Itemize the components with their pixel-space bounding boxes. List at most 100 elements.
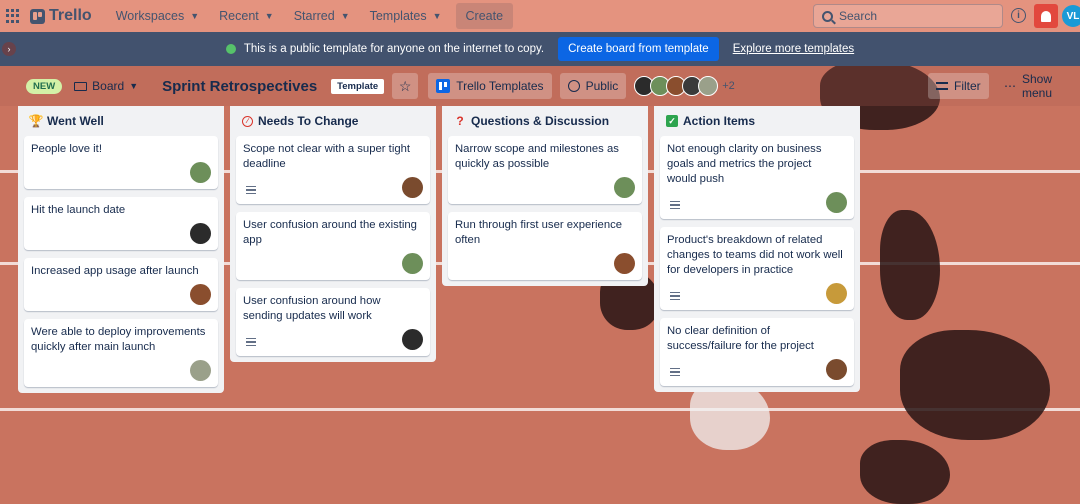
card-footer xyxy=(31,223,211,244)
explore-templates-link[interactable]: Explore more templates xyxy=(733,43,854,55)
info-icon[interactable]: i xyxy=(1011,8,1026,23)
star-button[interactable]: ☆ xyxy=(392,73,419,99)
check-icon: ✓ xyxy=(666,115,678,127)
card[interactable]: Increased app usage after launch xyxy=(24,258,218,311)
list-column: ∕ Needs To Change Scope not clear with a s… xyxy=(230,106,436,362)
nav-templates[interactable]: Templates ▼ xyxy=(360,3,452,29)
card-footer xyxy=(243,177,423,198)
card[interactable]: Not enough clarity on business goals and… xyxy=(660,136,854,219)
workspace-label: Trello Templates xyxy=(456,79,544,93)
list-header[interactable]: ? Questions & Discussion xyxy=(448,106,642,136)
card-member-avatar[interactable] xyxy=(402,329,423,350)
card-title: Not enough clarity on business goals and… xyxy=(667,143,822,185)
card-footer xyxy=(667,359,847,380)
description-icon xyxy=(670,368,680,376)
card-member-avatar[interactable] xyxy=(190,360,211,381)
template-banner: This is a public template for anyone on … xyxy=(0,32,1080,66)
card[interactable]: Run through first user experience often xyxy=(448,212,642,280)
app-switcher-icon[interactable] xyxy=(6,9,20,23)
visibility-label: Public xyxy=(585,79,619,93)
sidebar-toggle-icon[interactable]: › xyxy=(2,42,16,56)
card[interactable]: Scope not clear with a super tight deadl… xyxy=(236,136,430,204)
card-title: Hit the launch date xyxy=(31,204,126,216)
list-header[interactable]: ✓ Action Items xyxy=(660,106,854,136)
create-button[interactable]: Create xyxy=(455,3,514,29)
card[interactable]: No clear definition of success/failure f… xyxy=(660,318,854,386)
card[interactable]: People love it! xyxy=(24,136,218,189)
card-footer xyxy=(667,192,847,213)
nav-recent[interactable]: Recent ▼ xyxy=(209,3,284,29)
card[interactable]: Hit the launch date xyxy=(24,197,218,250)
card-member-avatar[interactable] xyxy=(190,223,211,244)
card-title: People love it! xyxy=(31,143,102,155)
list-column: ✓ Action Items Not enough clarity on busin… xyxy=(654,106,860,392)
filter-button[interactable]: Filter xyxy=(928,73,989,99)
nav-workspaces[interactable]: Workspaces ▼ xyxy=(106,3,209,29)
list-title: Needs To Change xyxy=(258,114,359,128)
nav-starred[interactable]: Starred ▼ xyxy=(284,3,360,29)
create-board-from-template-button[interactable]: Create board from template xyxy=(558,37,719,61)
filter-label: Filter xyxy=(954,79,981,93)
card-title: User confusion around how sending update… xyxy=(243,295,381,322)
notifications-button[interactable] xyxy=(1034,4,1058,28)
card-member-avatar[interactable] xyxy=(190,284,211,305)
card-title: Run through first user experience often xyxy=(455,219,623,246)
card-member-avatar[interactable] xyxy=(614,253,635,274)
search-placeholder: Search xyxy=(839,9,878,23)
card-title: Were able to deploy improvements quickly… xyxy=(31,326,206,353)
trello-logo-icon xyxy=(30,8,45,24)
list-title: Questions & Discussion xyxy=(471,114,610,128)
card-title: No clear definition of success/failure f… xyxy=(667,325,814,352)
card-member-avatar[interactable] xyxy=(826,192,847,213)
card-title: Product's breakdown of related changes t… xyxy=(667,234,843,276)
trello-workspace-icon xyxy=(436,79,451,93)
bell-icon xyxy=(1041,10,1051,22)
nav-starred-label: Starred xyxy=(293,9,335,23)
list-header[interactable]: 🏆 Went Well xyxy=(24,106,218,136)
chevron-down-icon: ▼ xyxy=(432,11,442,21)
card[interactable]: User confusion around how sending update… xyxy=(236,288,430,356)
banner-message: This is a public template for anyone on … xyxy=(243,43,545,55)
card-member-avatar[interactable] xyxy=(402,253,423,274)
user-avatar[interactable]: VL xyxy=(1062,5,1080,27)
card-footer xyxy=(31,162,211,183)
board-members[interactable]: +2 xyxy=(634,76,735,96)
card[interactable]: Narrow scope and milestones as quickly a… xyxy=(448,136,642,204)
show-menu-button[interactable]: ⋯ Show menu xyxy=(996,72,1080,100)
list-column: ? Questions & Discussion Narrow scope and … xyxy=(442,106,648,286)
list-title: Went Well xyxy=(47,114,104,128)
card-member-avatar[interactable] xyxy=(614,177,635,198)
board-title[interactable]: Sprint Retrospectives xyxy=(162,78,317,95)
description-icon xyxy=(246,338,256,346)
card-member-avatar[interactable] xyxy=(402,177,423,198)
board-view-switcher[interactable]: Board ▼ xyxy=(68,75,144,97)
trello-logo[interactable]: Trello xyxy=(30,7,92,25)
nav-recent-label: Recent xyxy=(219,9,259,23)
card-footer xyxy=(243,329,423,350)
card-footer xyxy=(667,283,847,304)
card-member-avatar[interactable] xyxy=(190,162,211,183)
new-badge: NEW xyxy=(26,78,63,94)
board-lists: 🏆 Went Well People love it! Hit the launch … xyxy=(18,106,860,393)
list-header[interactable]: ∕ Needs To Change xyxy=(236,106,430,136)
card-member-avatar[interactable] xyxy=(826,359,847,380)
card-footer xyxy=(455,253,635,274)
ellipsis-icon: ⋯ xyxy=(1004,79,1016,93)
visibility-button[interactable]: Public xyxy=(559,73,627,99)
card-member-avatar[interactable] xyxy=(826,283,847,304)
workspace-button[interactable]: Trello Templates xyxy=(428,73,552,99)
board-header: NEW Board ▼ Sprint Retrospectives Templa… xyxy=(0,66,1080,106)
members-more-count[interactable]: +2 xyxy=(722,76,735,96)
globe-icon xyxy=(225,44,236,54)
description-icon xyxy=(670,201,680,209)
nav-templates-label: Templates xyxy=(369,9,427,23)
card[interactable]: Product's breakdown of related changes t… xyxy=(660,227,854,310)
chevron-down-icon: ▼ xyxy=(129,81,139,91)
search-input[interactable]: Search xyxy=(813,4,1003,28)
description-icon xyxy=(670,292,680,300)
card[interactable]: Were able to deploy improvements quickly… xyxy=(24,319,218,387)
card-title: Scope not clear with a super tight deadl… xyxy=(243,143,411,170)
card-footer xyxy=(31,360,211,381)
card[interactable]: User confusion around the existing app xyxy=(236,212,430,280)
member-avatar[interactable] xyxy=(698,76,719,96)
